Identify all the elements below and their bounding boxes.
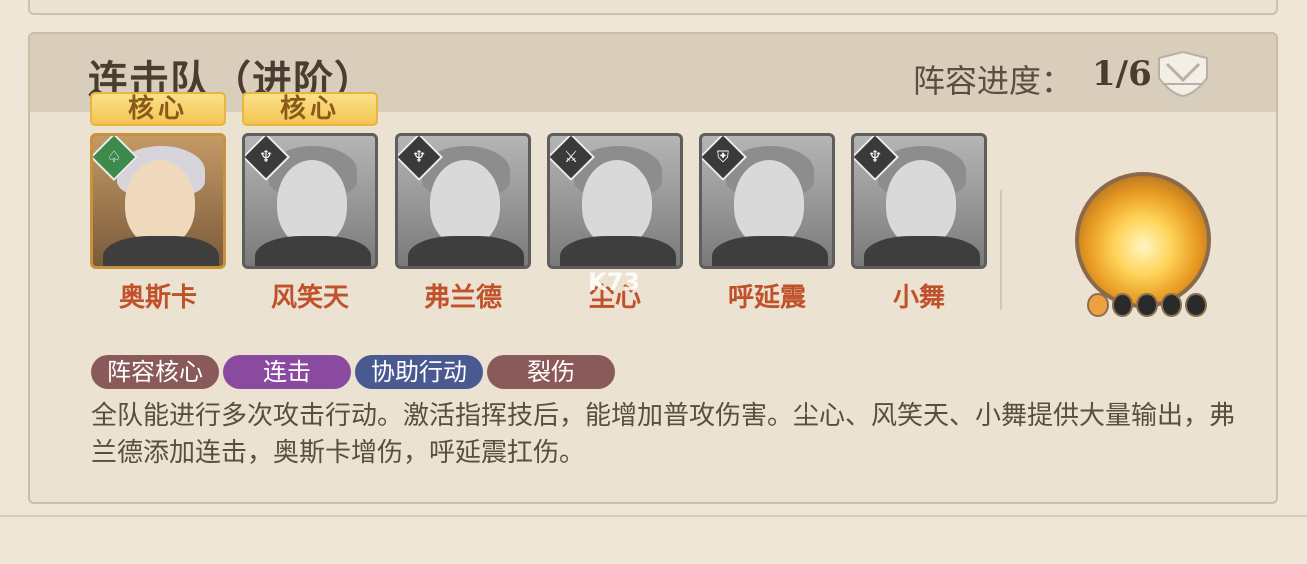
trait-tag[interactable]: 阵容核心 <box>91 355 219 389</box>
hero-slot[interactable]: ♆ 弗兰德 <box>395 133 531 314</box>
hero-portrait[interactable]: ♤ <box>90 133 226 269</box>
level-dot <box>1087 293 1109 317</box>
level-dot <box>1111 293 1134 317</box>
level-dot <box>1160 293 1183 317</box>
hero-name: 奥斯卡 <box>118 283 197 313</box>
core-tag: 核心 <box>90 92 226 126</box>
hero-slot[interactable]: 核心 ♤ 奥斯卡 <box>90 92 226 314</box>
bottom-frame <box>0 515 1307 564</box>
lineup-description: 全队能进行多次攻击行动。激活指挥技后，能增加普攻伤害。尘心、风笑天、小舞提供大量… <box>91 401 1236 468</box>
trait-tag[interactable]: 协助行动 <box>355 355 483 389</box>
hero-portrait[interactable]: ⛨ <box>699 133 835 269</box>
progress-value: 1/6 <box>1092 54 1152 94</box>
emblem-level-dots <box>1087 293 1207 317</box>
hero-slot[interactable]: ♆ 小舞 <box>851 133 987 314</box>
hero-name: 小舞 <box>892 283 945 313</box>
hero-name: 呼延震 <box>727 283 806 313</box>
hero-name: 弗兰德 <box>423 283 502 313</box>
hero-portrait[interactable]: ⚔ <box>547 133 683 269</box>
hero-slot[interactable]: 核心 ♆ 风笑天 <box>242 92 378 314</box>
hero-portrait[interactable]: ♆ <box>851 133 987 269</box>
hero-name: 风笑天 <box>270 283 349 313</box>
hero-slot[interactable]: ⛨ 呼延震 <box>699 133 835 314</box>
trait-tag[interactable]: 连击 <box>223 355 351 389</box>
flame-wings-icon[interactable] <box>1075 172 1211 308</box>
progress-label: 阵容进度： <box>913 62 1074 100</box>
previous-card-edge <box>28 0 1278 15</box>
core-tag: 核心 <box>242 92 378 126</box>
level-dot <box>1185 293 1207 317</box>
hero-portrait[interactable]: ♆ <box>395 133 531 269</box>
trait-tags: 阵容核心 连击 协助行动 裂伤 <box>91 355 615 389</box>
shield-crest-icon[interactable] <box>1155 50 1211 98</box>
trait-tag[interactable]: 裂伤 <box>487 355 615 389</box>
level-dot <box>1136 293 1158 317</box>
divider <box>1000 190 1002 310</box>
hero-portrait[interactable]: ♆ <box>242 133 378 269</box>
watermark-logo: K73 <box>588 268 640 296</box>
